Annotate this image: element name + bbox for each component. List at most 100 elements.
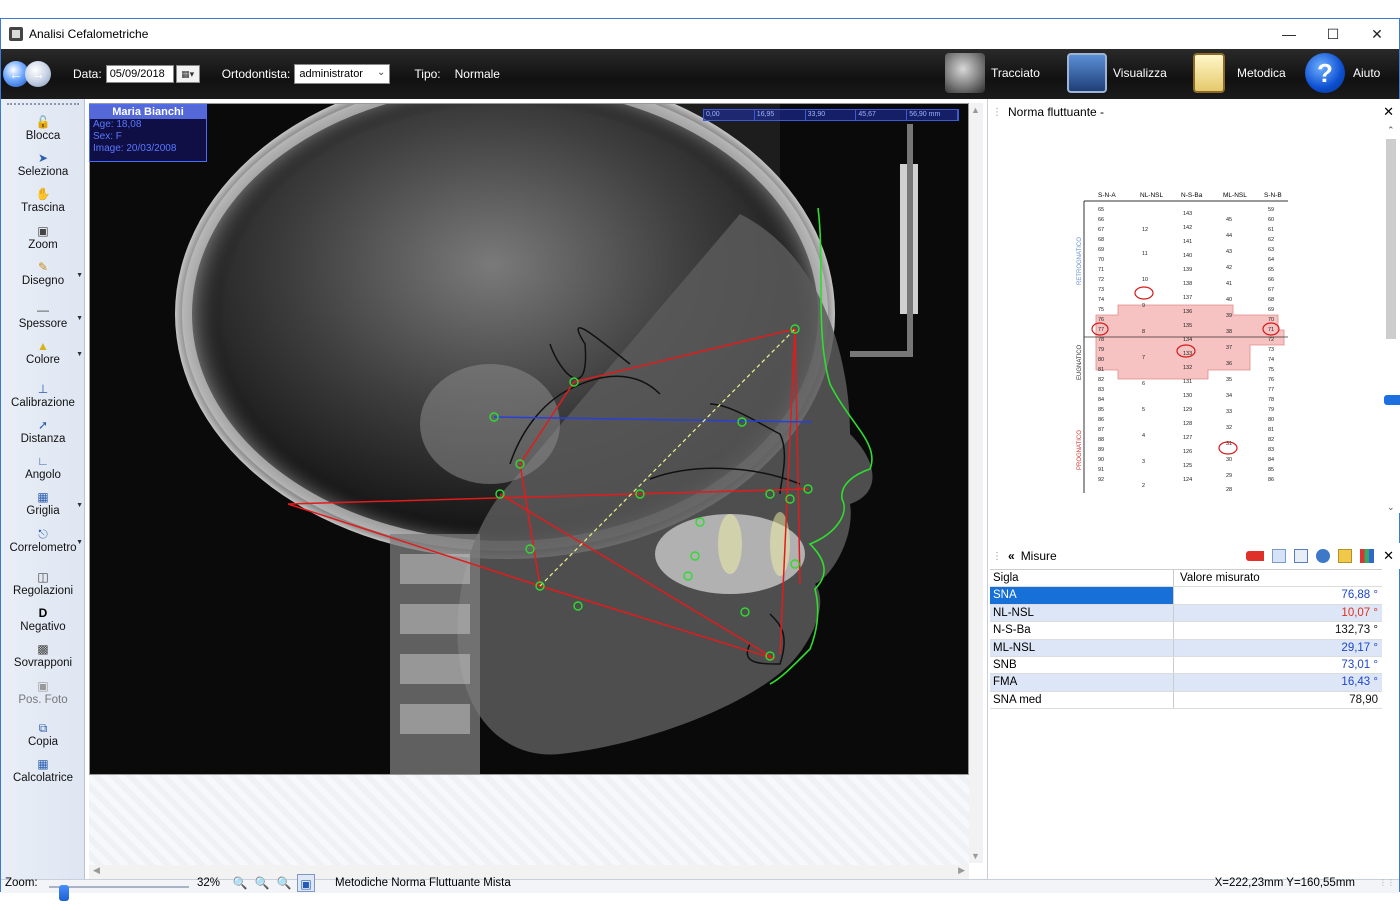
table-row[interactable]: SNA 76,88 °: [990, 587, 1382, 605]
close-icon[interactable]: ✕: [1383, 104, 1394, 120]
dropdown-arrow-icon[interactable]: ▼: [76, 539, 83, 546]
tool-pos-foto[interactable]: ▣ Pos. Foto: [1, 679, 85, 706]
close-icon[interactable]: ✕: [1383, 548, 1394, 564]
viewer-empty-area: [89, 775, 969, 875]
table-icon[interactable]: [1294, 549, 1308, 563]
aiuto-button[interactable]: ? Aiuto: [1305, 53, 1380, 93]
scroll-right-icon[interactable]: ▶: [958, 865, 965, 876]
norma-chart-svg: S-N-A NL-NSL N-S-Ba ML-NSL S-N-B RETROGN…: [988, 125, 1384, 513]
svg-text:2: 2: [1142, 483, 1145, 489]
norma-fluttuante-chart[interactable]: S-N-A NL-NSL N-S-Ba ML-NSL S-N-B RETROGN…: [988, 125, 1400, 513]
column-header-valore[interactable]: Valore misurato: [1174, 570, 1382, 586]
tool-sovrapponi[interactable]: ▩ Sovrapponi: [1, 642, 85, 669]
cephalometric-xray-canvas[interactable]: [89, 103, 969, 775]
scroll-thumb[interactable]: [1386, 139, 1396, 339]
resize-grip-icon[interactable]: ⋮⋮: [1379, 878, 1395, 887]
column-header-sigla[interactable]: Sigla: [990, 570, 1174, 587]
zoom-actual-size-icon[interactable]: ▣: [297, 874, 315, 892]
zoom-slider-thumb[interactable]: [59, 885, 69, 901]
table-row[interactable]: FMA 16,43 °: [990, 674, 1382, 692]
table-row[interactable]: SNA med 78,90: [990, 691, 1382, 710]
zoom-slider[interactable]: [49, 885, 189, 901]
xray-image[interactable]: [90, 104, 969, 775]
tool-blocca[interactable]: 🔓 Blocca: [1, 115, 85, 142]
scroll-left-icon[interactable]: ◀: [93, 865, 100, 876]
zoom-fit-icon[interactable]: 🔍: [275, 874, 293, 892]
tipo-value[interactable]: Normale: [455, 67, 500, 81]
tool-calibrazione[interactable]: ⊥ Calibrazione: [1, 382, 85, 409]
chart-tool-icon[interactable]: [1272, 549, 1286, 563]
tool-trascina[interactable]: ✋ Trascina: [1, 187, 85, 214]
patient-info-overlay[interactable]: Maria Bianchi Age: 18,08 Sex: F Image: 2…: [89, 104, 207, 162]
viewer-vertical-scrollbar[interactable]: ▲ ▼: [969, 103, 983, 863]
tool-griglia[interactable]: ▦ Griglia ▼: [1, 490, 85, 517]
tool-calcolatrice[interactable]: ▦ Calcolatrice: [1, 757, 85, 784]
forward-button[interactable]: →: [25, 61, 51, 87]
tool-copia[interactable]: ⧉ Copia: [1, 721, 85, 748]
cell-valore[interactable]: 29,17 °: [1174, 640, 1382, 656]
cell-valore[interactable]: 78,90: [1174, 692, 1382, 708]
minimize-button[interactable]: —: [1267, 19, 1311, 49]
excel-icon[interactable]: [1338, 549, 1352, 563]
tool-seleziona[interactable]: ➤ Seleziona: [1, 151, 85, 178]
cell-valore[interactable]: 73,01 °: [1174, 657, 1382, 673]
norma-scrollbar[interactable]: ⌃ ⌄: [1384, 125, 1400, 513]
cell-sigla[interactable]: SNA: [990, 587, 1174, 604]
scroll-up-icon[interactable]: ⌃: [1387, 125, 1395, 136]
viewer-horizontal-scrollbar[interactable]: ◀ ▶: [89, 865, 969, 879]
cell-sigla[interactable]: NL-NSL: [990, 604, 1174, 622]
dropdown-arrow-icon[interactable]: ▼: [76, 502, 83, 509]
maximize-button[interactable]: ☐: [1311, 19, 1355, 49]
settings-icon[interactable]: [1316, 549, 1330, 563]
cell-sigla[interactable]: ML-NSL: [990, 639, 1174, 656]
color-grid-icon[interactable]: [1360, 549, 1374, 563]
svg-text:124: 124: [1183, 477, 1192, 483]
ortodontista-select[interactable]: administrator ⌄: [294, 64, 391, 84]
cell-valore[interactable]: 132,73 °: [1174, 622, 1382, 638]
close-button[interactable]: ✕: [1355, 19, 1399, 49]
export-red-icon[interactable]: [1246, 551, 1264, 561]
tracciato-button[interactable]: Tracciato: [945, 53, 1040, 93]
date-field[interactable]: 05/09/2018: [105, 65, 174, 83]
svg-text:71: 71: [1268, 327, 1274, 333]
zoom-in-icon[interactable]: 🔍: [231, 874, 249, 892]
cell-sigla[interactable]: SNA med: [990, 691, 1174, 709]
dropdown-arrow-icon[interactable]: ▼: [76, 315, 83, 322]
collapse-icon[interactable]: «: [1008, 549, 1015, 563]
svg-text:9: 9: [1142, 303, 1145, 309]
table-row[interactable]: NL-NSL 10,07 °: [990, 604, 1382, 623]
cell-sigla[interactable]: SNB: [990, 656, 1174, 674]
visualizza-button[interactable]: Visualizza: [1067, 53, 1167, 93]
dropdown-arrow-icon[interactable]: ▼: [76, 272, 83, 279]
position-marker-icon[interactable]: [1384, 395, 1400, 405]
tool-disegno[interactable]: ✎ Disegno ▼: [1, 260, 85, 287]
scroll-down-icon[interactable]: ▼: [971, 851, 980, 861]
cell-valore[interactable]: 10,07 °: [1174, 605, 1382, 621]
scroll-up-icon[interactable]: ▲: [971, 105, 980, 115]
tool-distanza[interactable]: ➚ Distanza: [1, 418, 85, 445]
zoom-out-icon[interactable]: 🔍: [253, 874, 271, 892]
tool-angolo[interactable]: ∟ Angolo: [1, 454, 85, 481]
dropdown-arrow-icon[interactable]: ▼: [76, 351, 83, 358]
tool-zoom[interactable]: ▣ Zoom: [1, 224, 85, 251]
tool-spessore[interactable]: — Spessore ▼: [1, 303, 85, 330]
svg-text:83: 83: [1098, 387, 1104, 393]
cell-valore[interactable]: 76,88 °: [1174, 587, 1382, 603]
svg-text:77: 77: [1098, 327, 1104, 333]
tool-regolazioni[interactable]: ◫ Regolazioni: [1, 570, 85, 597]
table-row[interactable]: ML-NSL 29,17 °: [990, 639, 1382, 657]
tool-correlometro[interactable]: ⎋ Correlometro ▼: [1, 527, 85, 554]
cell-sigla[interactable]: FMA: [990, 674, 1174, 691]
table-row[interactable]: N-S-Ba 132,73 °: [990, 622, 1382, 640]
table-row[interactable]: SNB 73,01 °: [990, 656, 1382, 675]
scroll-down-icon[interactable]: ⌄: [1387, 502, 1395, 513]
norma-panel-title[interactable]: Norma fluttuante -: [1008, 105, 1104, 119]
cell-sigla[interactable]: N-S-Ba: [990, 622, 1174, 639]
tool-colore[interactable]: ▲ Colore ▼: [1, 339, 85, 366]
cell-valore[interactable]: 16,43 °: [1174, 674, 1382, 690]
calendar-dropdown-icon[interactable]: ▦▾: [175, 65, 200, 83]
copy-icon: ⧉: [38, 721, 48, 735]
metodica-button[interactable]: Metodica: [1193, 53, 1286, 93]
svg-text:8: 8: [1142, 329, 1145, 335]
tool-negativo[interactable]: D Negativo: [1, 606, 85, 633]
